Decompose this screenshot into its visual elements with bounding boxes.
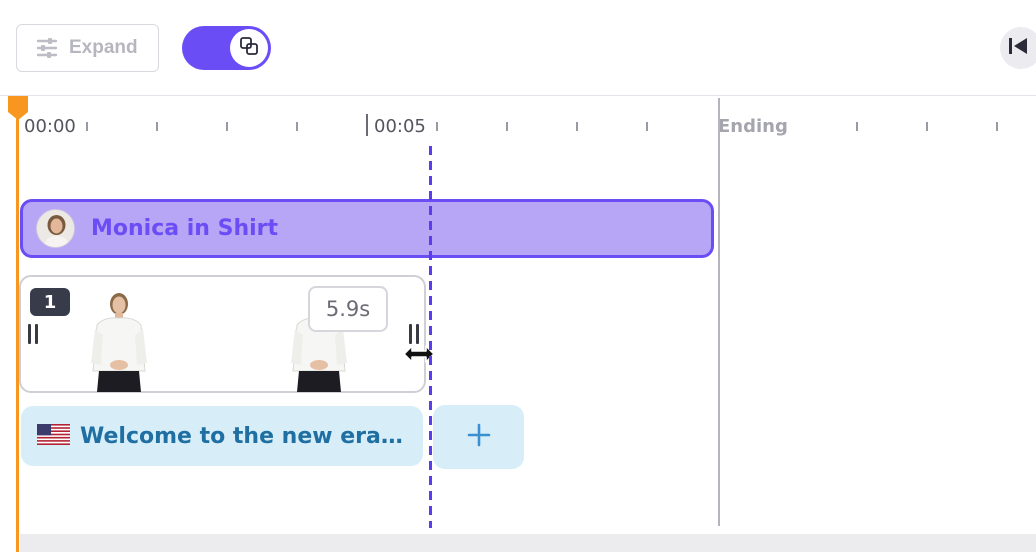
sliders-icon xyxy=(35,37,59,59)
ending-marker-line xyxy=(718,98,720,526)
drag-position-line xyxy=(429,146,432,528)
ruler-ending-label: Ending xyxy=(718,116,788,137)
ruler-tick xyxy=(646,122,648,131)
expand-label: Expand xyxy=(69,37,138,58)
ruler-tick xyxy=(856,122,858,131)
add-script-button[interactable] xyxy=(433,405,524,469)
ruler-tick xyxy=(296,122,298,131)
us-flag-icon xyxy=(37,423,70,449)
script-text: Welcome to the new era of ... xyxy=(80,423,410,449)
playhead-handle[interactable] xyxy=(8,96,28,120)
ruler-tick xyxy=(576,122,578,131)
scene-clip[interactable]: 1 5.9s xyxy=(19,275,426,393)
plus-icon xyxy=(467,423,491,451)
avatar-name: Monica in Shirt xyxy=(91,216,279,241)
layer-toggle[interactable] xyxy=(182,26,271,70)
ruler-tick xyxy=(506,122,508,131)
ruler-tick-major xyxy=(366,114,368,136)
expand-button[interactable]: Expand xyxy=(16,24,159,72)
horizontal-scrollbar[interactable] xyxy=(20,534,1036,552)
ruler-tick xyxy=(86,122,88,131)
ruler-label-0: 00:00 xyxy=(24,116,76,137)
ruler-tick xyxy=(226,122,228,131)
scene-thumbnail xyxy=(91,293,147,392)
avatar xyxy=(36,209,75,248)
duration-tooltip: 5.9s xyxy=(308,286,388,332)
ruler-tick xyxy=(156,122,158,131)
time-ruler[interactable]: 00:00 00:05 Ending xyxy=(0,97,1036,147)
ruler-tick xyxy=(436,122,438,131)
ruler-tick xyxy=(926,122,928,131)
skip-to-start-icon xyxy=(1008,37,1028,59)
overlap-squares-icon xyxy=(238,35,260,61)
avatar-track-clip[interactable]: Monica in Shirt xyxy=(20,199,714,258)
scene-left-resize-handle[interactable] xyxy=(28,324,38,344)
scene-right-resize-handle[interactable] xyxy=(409,324,419,344)
toggle-knob xyxy=(230,29,268,67)
scene-number-badge: 1 xyxy=(30,288,70,316)
playhead-line[interactable] xyxy=(16,106,19,552)
ruler-label-5: 00:05 xyxy=(374,116,426,137)
skip-to-start-button[interactable] xyxy=(1000,27,1036,69)
timeline-toolbar: Expand xyxy=(0,0,1036,96)
ruler-tick xyxy=(996,122,998,131)
script-track-clip[interactable]: Welcome to the new era of ... xyxy=(21,406,423,466)
